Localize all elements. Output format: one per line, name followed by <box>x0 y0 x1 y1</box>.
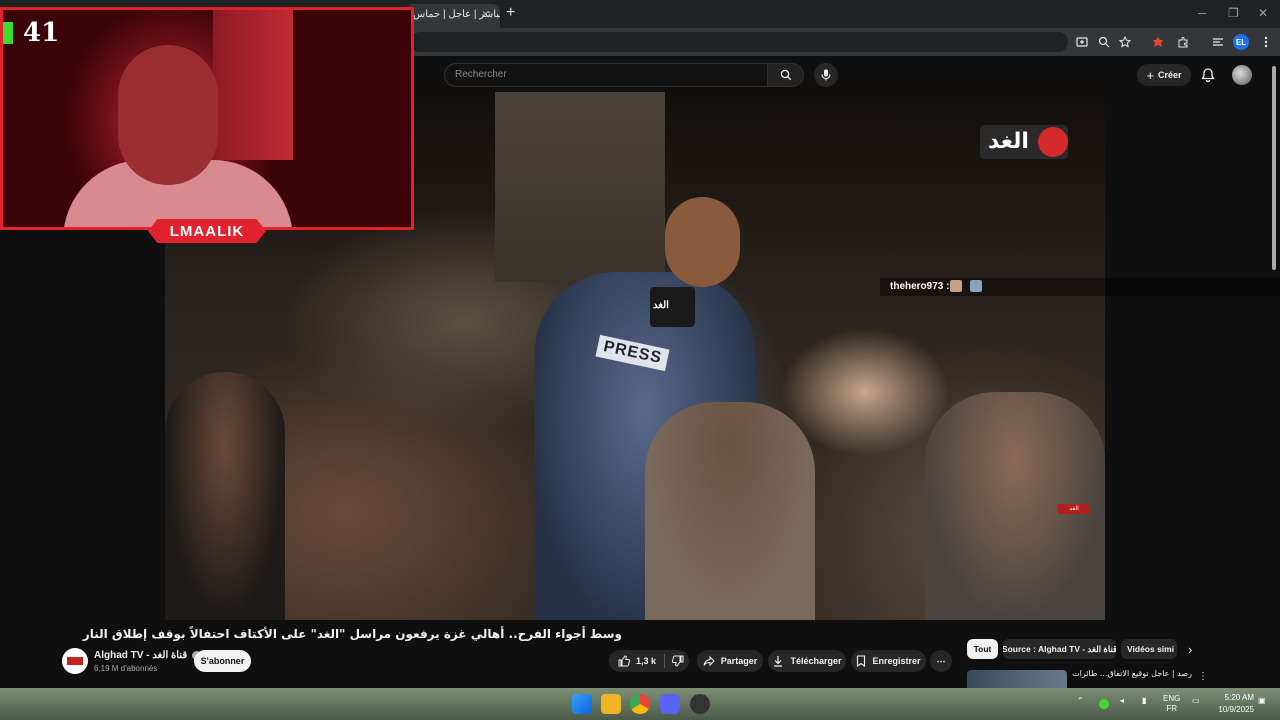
channel-name[interactable]: Alghad TV - قناة الغد <box>94 650 201 661</box>
chat-username: thehero973 : <box>890 281 950 292</box>
new-tab-button[interactable]: + <box>506 4 515 22</box>
microphone-tray-icon[interactable]: ▮ <box>1142 696 1146 705</box>
more-actions-button[interactable]: ⋯ <box>930 650 952 672</box>
minimize-icon[interactable]: ─ <box>1198 6 1207 20</box>
download-label: Télécharger <box>790 656 842 666</box>
chip-similar[interactable]: Vidéos simi <box>1121 639 1177 659</box>
video-crowd-person <box>165 372 285 620</box>
like-dislike-group: 1,3 k <box>609 650 689 672</box>
chip-source[interactable]: Source : Alghad TV - قناة الغد <box>1003 639 1116 659</box>
extensions-puzzle-icon[interactable] <box>1175 34 1191 50</box>
video-reporter-head <box>665 197 740 287</box>
download-icon <box>774 656 783 667</box>
recommended-video-title[interactable]: رصد | عاجل توقيع الاتفاق... طائرات الاحت… <box>1072 669 1192 678</box>
discord-icon[interactable] <box>660 694 680 714</box>
share-button[interactable]: Partager <box>697 650 763 672</box>
channel-avatar[interactable] <box>62 648 88 674</box>
chips-next-icon[interactable]: › <box>1188 642 1192 657</box>
like-count[interactable]: 1,3 k <box>636 656 656 666</box>
microphone-icon <box>821 69 831 81</box>
bookmark-icon <box>857 655 866 667</box>
create-button[interactable]: + Créer <box>1137 64 1191 86</box>
chip-all[interactable]: Tout <box>967 639 998 659</box>
search-icon <box>780 69 791 81</box>
notification-center-icon[interactable]: ▣ <box>1258 696 1266 705</box>
tray-chevron-icon[interactable]: ⌃ <box>1077 696 1084 705</box>
volume-icon[interactable]: ◂ <box>1120 696 1124 705</box>
video-background-building <box>495 92 665 282</box>
chrome-icon[interactable] <box>630 694 650 714</box>
viewer-count: 41 <box>23 18 60 48</box>
address-bar[interactable] <box>410 32 1068 52</box>
browser-menu-icon[interactable] <box>1258 34 1274 50</box>
watermark-logo-mark <box>1038 127 1068 157</box>
tray-status-icon[interactable] <box>1099 699 1109 709</box>
reading-list-icon[interactable] <box>1210 34 1226 50</box>
clock-time: 5:20 AM <box>1224 693 1254 702</box>
save-label: Enregistrer <box>872 656 921 666</box>
install-app-icon[interactable] <box>1074 34 1090 50</box>
language-indicator[interactable]: ENG FR <box>1163 694 1180 714</box>
save-button[interactable]: Enregistrer <box>851 650 926 672</box>
notifications-bell-icon[interactable] <box>1200 67 1216 83</box>
language-top: ENG <box>1163 694 1181 703</box>
restore-icon[interactable]: ❐ <box>1228 6 1239 20</box>
like-divider <box>664 654 665 668</box>
voice-search-button[interactable] <box>814 63 838 87</box>
tab-close-icon[interactable]: × <box>482 7 489 21</box>
mic-cube-label: الغد <box>653 300 669 311</box>
language-bottom: FR <box>1166 704 1177 713</box>
extension-leaf-icon[interactable] <box>1150 34 1166 50</box>
thumbs-up-icon[interactable] <box>618 655 630 667</box>
thumbs-down-icon[interactable] <box>672 655 684 667</box>
chat-emote-icon <box>970 280 982 292</box>
system-clock[interactable]: 5:20 AM 10/9/2025 <box>1208 692 1254 716</box>
webcam-streamer-head <box>118 45 218 185</box>
download-button[interactable]: Télécharger <box>768 650 846 672</box>
subscriber-count: 6,19 M d'abonnés <box>94 664 158 673</box>
chat-emote-icon <box>950 280 962 292</box>
share-label: Partager <box>720 656 758 666</box>
streamer-name-plate: LMAALIK <box>148 219 266 243</box>
account-avatar[interactable] <box>1232 65 1252 85</box>
search-button[interactable] <box>767 63 804 87</box>
subscribe-button[interactable]: S'abonner <box>194 650 251 672</box>
channel-watermark-logo: الغد <box>980 125 1068 159</box>
file-explorer-icon[interactable] <box>601 694 621 714</box>
profile-avatar[interactable]: EL <box>1233 34 1249 50</box>
webcam-green-accent <box>3 22 13 44</box>
obs-icon[interactable] <box>690 694 710 714</box>
create-label: Créer <box>1158 70 1182 80</box>
webcam-shelf <box>213 10 293 160</box>
display-icon[interactable]: ▭ <box>1192 696 1200 705</box>
bookmark-star-icon[interactable] <box>1117 34 1133 50</box>
zoom-icon[interactable] <box>1096 34 1112 50</box>
page-scrollbar[interactable] <box>1272 66 1276 270</box>
streamer-webcam: 41 <box>0 7 414 230</box>
watermark-logo-text: الغد <box>988 129 1029 154</box>
windows-start-icon[interactable] <box>572 694 592 714</box>
corner-channel-logo: الغد <box>1058 504 1090 514</box>
search-input[interactable]: Rechercher <box>444 63 768 87</box>
share-arrow-icon <box>703 655 715 667</box>
clock-date: 10/9/2025 <box>1218 705 1254 714</box>
more-horizontal-icon: ⋯ <box>936 655 946 666</box>
recommended-more-icon[interactable]: ⋮ <box>1198 671 1208 682</box>
recommended-video-thumbnail[interactable] <box>967 670 1067 688</box>
video-title: وسط أجواء الفرح.. أهالي غزة يرفعون مراسل… <box>82 627 622 641</box>
close-window-icon[interactable]: ✕ <box>1258 6 1268 20</box>
video-crowd-person <box>645 402 815 620</box>
plus-icon: + <box>1146 67 1155 83</box>
